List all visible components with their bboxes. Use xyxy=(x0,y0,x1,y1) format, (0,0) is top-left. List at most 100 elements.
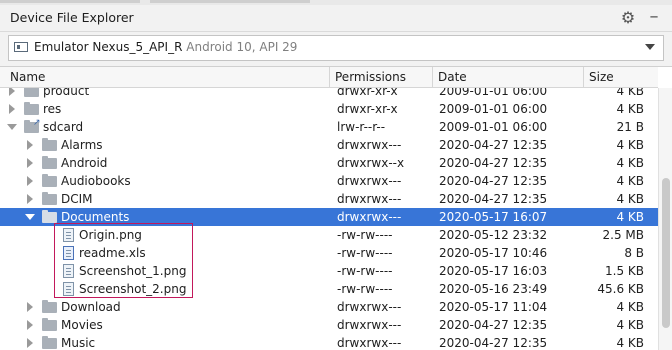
table-row[interactable]: Screenshot_2.png -rw-rw---- 2020-05-16 2… xyxy=(0,280,658,298)
image-file-icon xyxy=(63,264,74,278)
expand-arrow-icon[interactable] xyxy=(27,176,33,186)
tab-strip-segment xyxy=(150,0,310,3)
row-date: 2020-04-27 12:35 xyxy=(439,336,548,350)
expand-arrow-icon[interactable] xyxy=(9,104,15,114)
table-header: Name Permissions Date Size xyxy=(0,67,658,88)
folder-icon xyxy=(42,174,57,187)
table-row[interactable]: res drwxr-xr-x 2009-01-01 06:00 4 KB xyxy=(0,100,658,118)
row-date: 2020-05-17 16:03 xyxy=(439,264,548,278)
row-size: 8 B xyxy=(624,246,644,260)
column-header-date[interactable]: Date xyxy=(438,70,467,84)
table-row[interactable]: readme.xls -rw-rw---- 2020-05-17 10:46 8… xyxy=(0,244,658,262)
row-size: 2.5 MB xyxy=(602,228,644,242)
row-size: 1.5 KB xyxy=(605,264,644,278)
table-row[interactable]: ↗ sdcard lrw-r--r-- 2009-01-01 06:00 21 … xyxy=(0,118,658,136)
table-row[interactable]: product drwxr-xr-x 2009-01-01 06:00 4 KB xyxy=(0,88,658,100)
row-size: 4 KB xyxy=(616,300,644,314)
row-date: 2020-05-17 10:46 xyxy=(439,246,548,260)
row-permissions: -rw-rw---- xyxy=(337,246,393,260)
folder-icon xyxy=(42,192,57,205)
row-name: Download xyxy=(61,300,121,314)
row-permissions: drwxrwx--- xyxy=(337,300,402,314)
device-bar: Emulator Nexus_5_API_R Android 10, API 2… xyxy=(0,32,672,67)
row-name: Android xyxy=(61,156,108,170)
device-name: Emulator Nexus_5_API_R xyxy=(34,40,183,54)
folder-icon xyxy=(42,138,57,151)
table-row[interactable]: Origin.png -rw-rw---- 2020-05-12 23:32 2… xyxy=(0,226,658,244)
minimize-icon[interactable]: – xyxy=(645,8,663,27)
row-date: 2020-05-17 11:04 xyxy=(439,300,548,314)
column-divider[interactable] xyxy=(329,67,330,87)
row-date: 2020-04-27 12:35 xyxy=(439,192,548,206)
expand-arrow-icon[interactable] xyxy=(27,158,33,168)
table-row[interactable]: Download drwxrwx--- 2020-05-17 11:04 4 K… xyxy=(0,298,658,316)
row-size: 4 KB xyxy=(616,138,644,152)
row-permissions: drwxrwx--- xyxy=(337,210,402,224)
expand-arrow-icon[interactable] xyxy=(27,320,33,330)
gear-icon[interactable]: ⚙ xyxy=(619,9,637,27)
row-permissions: drwxr-xr-x xyxy=(337,102,398,116)
device-selector[interactable]: Emulator Nexus_5_API_R Android 10, API 2… xyxy=(8,35,664,61)
row-size: 4 KB xyxy=(616,174,644,188)
panel-title-bar: Device File Explorer ⚙ – xyxy=(0,5,672,32)
row-date: 2020-05-16 23:49 xyxy=(439,282,548,296)
expand-arrow-icon[interactable] xyxy=(9,88,15,96)
row-name: readme.xls xyxy=(79,246,146,260)
row-name: Alarms xyxy=(61,138,103,152)
folder-icon xyxy=(42,336,57,349)
chevron-down-icon[interactable] xyxy=(645,44,655,50)
row-permissions: -rw-rw---- xyxy=(337,264,393,278)
table-row[interactable]: Audiobooks drwxrwx--- 2020-04-27 12:35 4… xyxy=(0,172,658,190)
device-label: Emulator Nexus_5_API_R Android 10, API 2… xyxy=(34,40,297,54)
table-row[interactable]: DCIM drwxrwx--- 2020-04-27 12:35 4 KB xyxy=(0,190,658,208)
table-row[interactable]: Screenshot_1.png -rw-rw---- 2020-05-17 1… xyxy=(0,262,658,280)
row-date: 2009-01-01 06:00 xyxy=(439,88,548,98)
expand-arrow-icon[interactable] xyxy=(27,302,33,312)
row-size: 4 KB xyxy=(616,88,644,98)
row-size: 4 KB xyxy=(616,210,644,224)
row-size: 4 KB xyxy=(616,102,644,116)
table-row-selected[interactable]: Documents drwxrwx--- 2020-05-17 16:07 4 … xyxy=(0,208,658,226)
table-row[interactable]: Music drwxrwx--- 2020-04-27 12:35 4 KB xyxy=(0,334,658,350)
row-date: 2020-05-12 23:32 xyxy=(439,228,548,242)
row-size: 4 KB xyxy=(616,156,644,170)
row-size: 4 KB xyxy=(616,318,644,332)
expand-arrow-icon[interactable] xyxy=(27,194,33,204)
row-permissions: -rw-rw---- xyxy=(337,282,393,296)
row-name: res xyxy=(43,102,62,116)
folder-icon xyxy=(42,318,57,331)
column-divider[interactable] xyxy=(432,67,433,87)
table-row[interactable]: Movies drwxrwx--- 2020-04-27 12:35 4 KB xyxy=(0,316,658,334)
expand-arrow-icon[interactable] xyxy=(27,140,33,150)
row-size: 45.6 KB xyxy=(597,282,644,296)
folder-icon xyxy=(42,210,57,223)
table-row[interactable]: Alarms drwxrwx--- 2020-04-27 12:35 4 KB xyxy=(0,136,658,154)
row-permissions: lrw-r--r-- xyxy=(337,120,386,134)
row-name: product xyxy=(43,88,90,98)
panel-title: Device File Explorer xyxy=(10,10,134,25)
row-date: 2009-01-01 06:00 xyxy=(439,102,548,116)
column-header-name[interactable]: Name xyxy=(10,70,45,84)
vertical-scrollbar[interactable] xyxy=(658,88,672,350)
collapse-arrow-icon[interactable] xyxy=(7,124,17,130)
row-date: 2020-04-27 12:35 xyxy=(439,138,548,152)
row-permissions: drwxrwx--x xyxy=(337,156,405,170)
column-divider[interactable] xyxy=(583,67,584,87)
column-header-size[interactable]: Size xyxy=(589,70,614,84)
scrollbar-thumb[interactable] xyxy=(662,178,670,328)
row-size: 4 KB xyxy=(616,336,644,350)
row-name: DCIM xyxy=(61,192,93,206)
row-size: 4 KB xyxy=(616,192,644,206)
image-file-icon xyxy=(63,228,74,242)
row-permissions: drwxrwx--- xyxy=(337,336,402,350)
row-permissions: drwxr-xr-x xyxy=(337,88,398,98)
row-name: Music xyxy=(61,336,96,350)
row-permissions: drwxrwx--- xyxy=(337,174,402,188)
expand-arrow-icon[interactable] xyxy=(27,338,33,348)
folder-icon xyxy=(24,88,39,97)
table-row[interactable]: Android drwxrwx--x 2020-04-27 12:35 4 KB xyxy=(0,154,658,172)
collapse-arrow-icon[interactable] xyxy=(25,214,35,220)
image-file-icon xyxy=(63,282,74,296)
column-header-permissions[interactable]: Permissions xyxy=(335,70,406,84)
row-permissions: drwxrwx--- xyxy=(337,192,402,206)
